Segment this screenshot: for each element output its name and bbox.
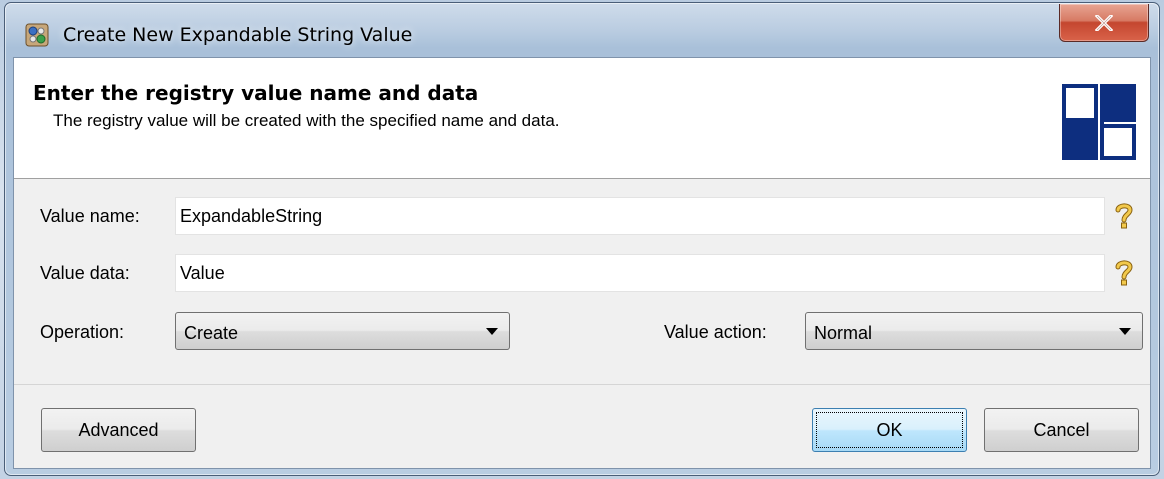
close-icon [1095, 14, 1113, 31]
squares-logo-icon [1062, 84, 1136, 160]
header-title: Enter the registry value name and data [33, 81, 479, 105]
dialog-window: Create New Expandable String Value Enter… [4, 2, 1160, 476]
footer-divider [14, 384, 1150, 385]
wizard-header: Enter the registry value name and data T… [14, 58, 1150, 179]
question-mark-icon [1115, 203, 1133, 229]
dialog-client-area: Enter the registry value name and data T… [13, 57, 1151, 469]
value-name-help[interactable] [1109, 201, 1139, 231]
value-name-input[interactable]: ExpandableString [175, 197, 1105, 235]
operation-dropdown[interactable]: Create [175, 312, 510, 350]
registry-app-icon [25, 23, 49, 47]
focus-ring [816, 412, 963, 448]
cancel-button[interactable]: Cancel [984, 408, 1139, 452]
operation-label: Operation: [40, 322, 125, 342]
advanced-button[interactable]: Advanced [41, 408, 196, 452]
value-action-dropdown[interactable]: Normal [805, 312, 1143, 350]
value-action-selected: Normal [814, 323, 873, 343]
window-title: Create New Expandable String Value [63, 24, 413, 46]
value-data-label: Value data: [40, 263, 130, 283]
close-button[interactable] [1059, 4, 1149, 42]
value-action-label: Value action: [664, 322, 767, 342]
chevron-down-icon [486, 328, 498, 335]
question-mark-icon [1115, 260, 1133, 286]
value-data-help[interactable] [1109, 258, 1139, 288]
ok-button[interactable]: OK [812, 408, 967, 452]
value-data-input[interactable]: Value [175, 254, 1105, 292]
operation-selected: Create [184, 323, 239, 343]
value-name-label: Value name: [40, 206, 140, 226]
title-bar[interactable]: Create New Expandable String Value [5, 3, 1159, 57]
chevron-down-icon [1119, 328, 1131, 335]
header-subtitle: The registry value will be created with … [53, 111, 560, 130]
